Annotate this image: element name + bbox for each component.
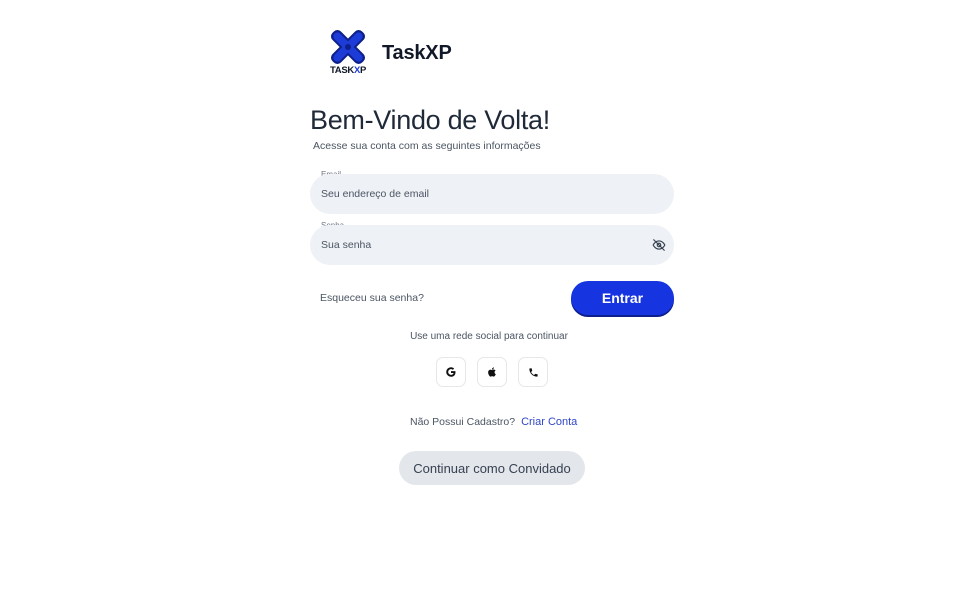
social-prompt: Use uma rede social para continuar bbox=[410, 331, 568, 342]
phone-login-button[interactable] bbox=[518, 357, 548, 387]
social-login-buttons bbox=[436, 357, 548, 387]
signup-row: Não Possui Cadastro? Criar Conta bbox=[410, 416, 577, 428]
brand-name: TaskXP bbox=[382, 41, 452, 64]
page-title: Bem-Vindo de Volta! bbox=[310, 105, 550, 135]
taskxp-logo: TASKXP bbox=[326, 28, 370, 78]
brand-header: TASKXP TaskXP bbox=[326, 28, 452, 78]
create-account-link[interactable]: Criar Conta bbox=[521, 416, 577, 428]
eye-off-icon bbox=[652, 239, 666, 251]
password-input[interactable] bbox=[321, 225, 641, 265]
toggle-password-visibility-button[interactable] bbox=[650, 236, 668, 254]
login-page: TASKXP TaskXP Bem-Vindo de Volta! Acesse… bbox=[0, 0, 978, 611]
forgot-password-link[interactable]: Esqueceu sua senha? bbox=[320, 292, 424, 304]
email-input[interactable] bbox=[321, 174, 641, 214]
page-subtitle: Acesse sua conta com as seguintes inform… bbox=[313, 140, 541, 152]
email-field[interactable] bbox=[310, 174, 674, 214]
google-login-button[interactable] bbox=[436, 357, 466, 387]
phone-icon bbox=[528, 367, 538, 377]
google-icon bbox=[446, 367, 456, 377]
apple-icon bbox=[487, 367, 496, 377]
continue-as-guest-button[interactable]: Continuar como Convidado bbox=[399, 451, 585, 485]
password-field[interactable] bbox=[310, 225, 674, 265]
signup-question: Não Possui Cadastro? bbox=[410, 416, 516, 428]
x-logo-icon bbox=[330, 29, 366, 65]
logo-caption: TASKXP bbox=[329, 65, 367, 76]
apple-login-button[interactable] bbox=[477, 357, 507, 387]
login-button[interactable]: Entrar bbox=[571, 281, 674, 315]
